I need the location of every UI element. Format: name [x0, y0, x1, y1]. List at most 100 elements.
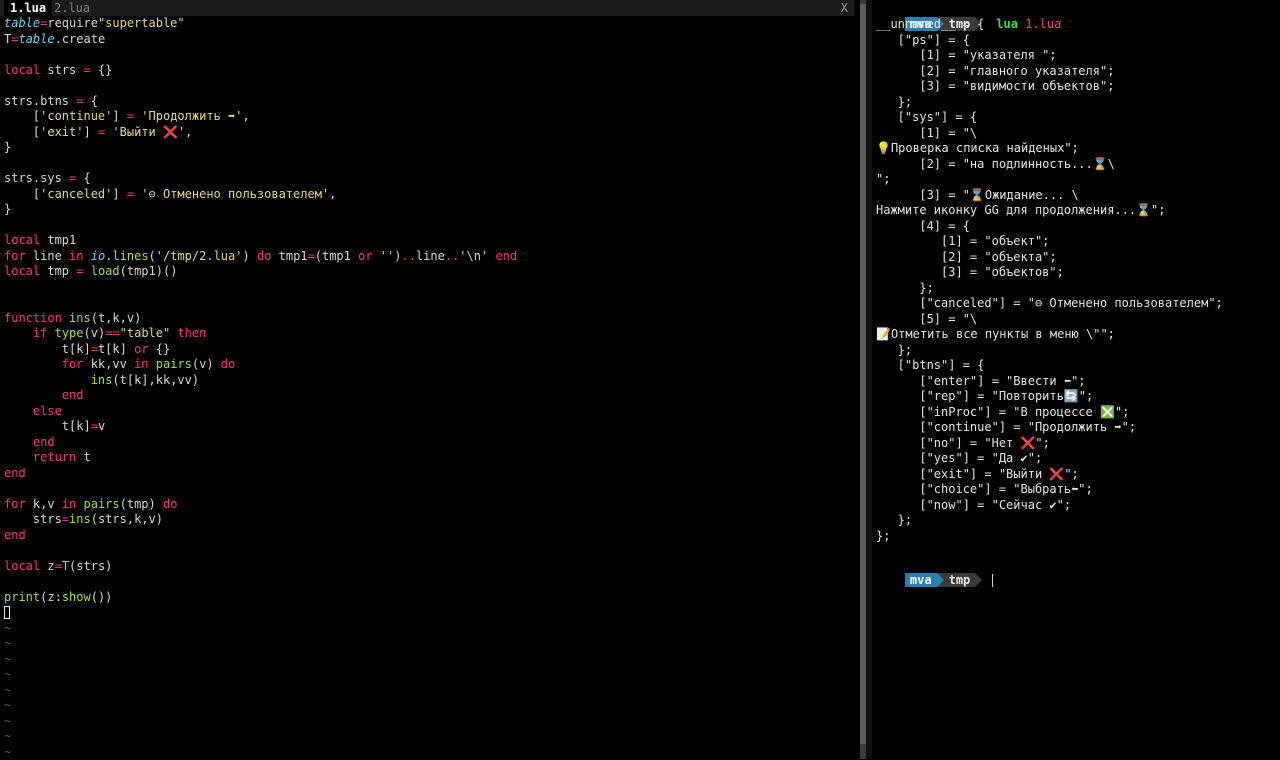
code-token: line: [416, 249, 445, 263]
empty-line-marker: ~: [4, 621, 517, 637]
code-token: for: [4, 249, 26, 263]
code-token: [4, 373, 91, 387]
code-token: end: [495, 249, 517, 263]
code-token: [373, 249, 380, 263]
code-token: [83, 264, 90, 278]
code-token: strs.sys: [4, 171, 69, 185]
code-token: kk,vv: [83, 357, 134, 371]
code-token: =: [91, 342, 98, 356]
terminal-output-line: 💡Проверка списка найденых";: [876, 141, 1079, 157]
code-token: line: [26, 249, 69, 263]
code-line: [4, 280, 517, 296]
code-line: table=require"supertable": [4, 16, 517, 32]
code-token: ]: [112, 109, 126, 123]
code-token: ): [242, 249, 256, 263]
tab-1-lua[interactable]: 1.lua: [4, 0, 52, 16]
terminal-output-line: [3] = "объектов";: [876, 265, 1064, 281]
code-token: (: [149, 249, 156, 263]
terminal-output-line: [2] = "объекта";: [876, 250, 1057, 266]
terminal-output-line: [5] = "\: [876, 312, 977, 328]
empty-line-marker: ~: [4, 745, 517, 760]
code-token: [47, 326, 54, 340]
code-token: then: [177, 326, 206, 340]
code-line: [4, 156, 517, 172]
code-token: end: [33, 435, 55, 449]
code-token: io: [91, 249, 105, 263]
code-token: [: [4, 109, 40, 123]
terminal-cursor: [992, 574, 993, 587]
code-token: =: [55, 559, 62, 573]
code-area[interactable]: table=require"supertable"T=table.create l…: [4, 16, 517, 760]
code-token: tmp1: [271, 249, 307, 263]
terminal-output-line: 📝Отметить все пункты в меню \"";: [876, 327, 1115, 343]
code-line: T=table.create: [4, 32, 517, 48]
terminal-output-line: ["continue"] = "Продолжить ➡";: [876, 420, 1136, 436]
code-token: tmp: [40, 264, 76, 278]
prompt-separator-icon: [937, 573, 944, 587]
code-line: end: [4, 435, 517, 451]
terminal-output-line: };: [876, 95, 912, 111]
code-line: ['canceled'] = '⊖ Отменено пользователем…: [4, 187, 517, 203]
terminal-output-line: ["sys"] = {: [876, 110, 977, 126]
code-token: [76, 497, 83, 511]
terminal-output-line: ["inProc"] = "В процессе ❎";: [876, 405, 1129, 421]
code-line: t[k]=v: [4, 419, 517, 435]
terminal-output-line: [3] = "⌛Ожидание... \: [876, 188, 1079, 204]
code-token: pairs: [156, 357, 192, 371]
code-line: [4, 47, 517, 63]
code-token: [4, 435, 33, 449]
empty-line-marker: ~: [4, 683, 517, 699]
code-line: end: [4, 388, 517, 404]
code-token: or: [134, 342, 148, 356]
code-token: print: [4, 590, 40, 604]
terminal-output-line: ["enter"] = "Ввести ⬅";: [876, 374, 1086, 390]
code-token: strs: [4, 512, 62, 526]
tab-2-lua[interactable]: 2.lua: [48, 0, 96, 16]
empty-line-marker: ~: [4, 714, 517, 730]
code-line: }: [4, 202, 517, 218]
terminal-output-line: ["rep"] = "Повторить🔄";: [876, 389, 1093, 405]
code-token: function: [4, 311, 62, 325]
terminal-output-line: [2] = "главного указателя";: [876, 64, 1114, 80]
empty-line-marker: ~: [4, 729, 517, 745]
code-token: [4, 388, 62, 402]
code-line: strs=ins(strs,k,v): [4, 512, 517, 528]
code-token: =: [91, 419, 98, 433]
code-line: [4, 295, 517, 311]
prompt-user-segment: mva: [905, 573, 937, 587]
close-tab-button[interactable]: X: [841, 0, 848, 16]
terminal-output-line: };: [876, 343, 912, 359]
code-token: [: [4, 187, 40, 201]
code-token: do: [257, 249, 271, 263]
code-token: for: [62, 357, 84, 371]
code-token: ,: [185, 125, 192, 139]
code-token: 'Продолжить ➡': [141, 109, 242, 123]
terminal-output-line: ["btns"] = {: [876, 358, 984, 374]
terminal-output-line: };: [876, 513, 912, 529]
code-token: or: [358, 249, 372, 263]
empty-line-marker: ~: [4, 636, 517, 652]
code-line: ['continue'] = 'Продолжить ➡',: [4, 109, 517, 125]
code-token: lines: [112, 249, 148, 263]
code-line: local tmp = load(tmp1)(): [4, 264, 517, 280]
code-token: t[k]: [4, 419, 91, 433]
code-token: strs.btns: [4, 94, 76, 108]
code-token: ]: [83, 125, 97, 139]
terminal-output-line: [2] = "на подлинность...⌛\: [876, 157, 1115, 173]
empty-line-marker: ~: [4, 652, 517, 668]
code-token: (v): [84, 326, 106, 340]
code-line: [4, 481, 517, 497]
code-token: =: [127, 187, 134, 201]
code-token: type: [55, 326, 84, 340]
editor-pane[interactable]: 1.lua 2.lua X table=require"supertable"T…: [0, 0, 860, 759]
code-token: ,: [242, 109, 249, 123]
code-token: tmp1: [40, 233, 76, 247]
code-token: '\n': [459, 249, 488, 263]
code-token: {: [76, 171, 90, 185]
code-token: [4, 357, 62, 371]
code-token: =: [308, 249, 315, 263]
terminal-prompt-line[interactable]: mvatmp: [876, 557, 993, 604]
code-token: in: [62, 497, 76, 511]
terminal-pane[interactable]: mvatmplua 1.lua __unnamed__ = { ["ps"] =…: [872, 0, 1280, 759]
code-token: "table": [120, 326, 171, 340]
